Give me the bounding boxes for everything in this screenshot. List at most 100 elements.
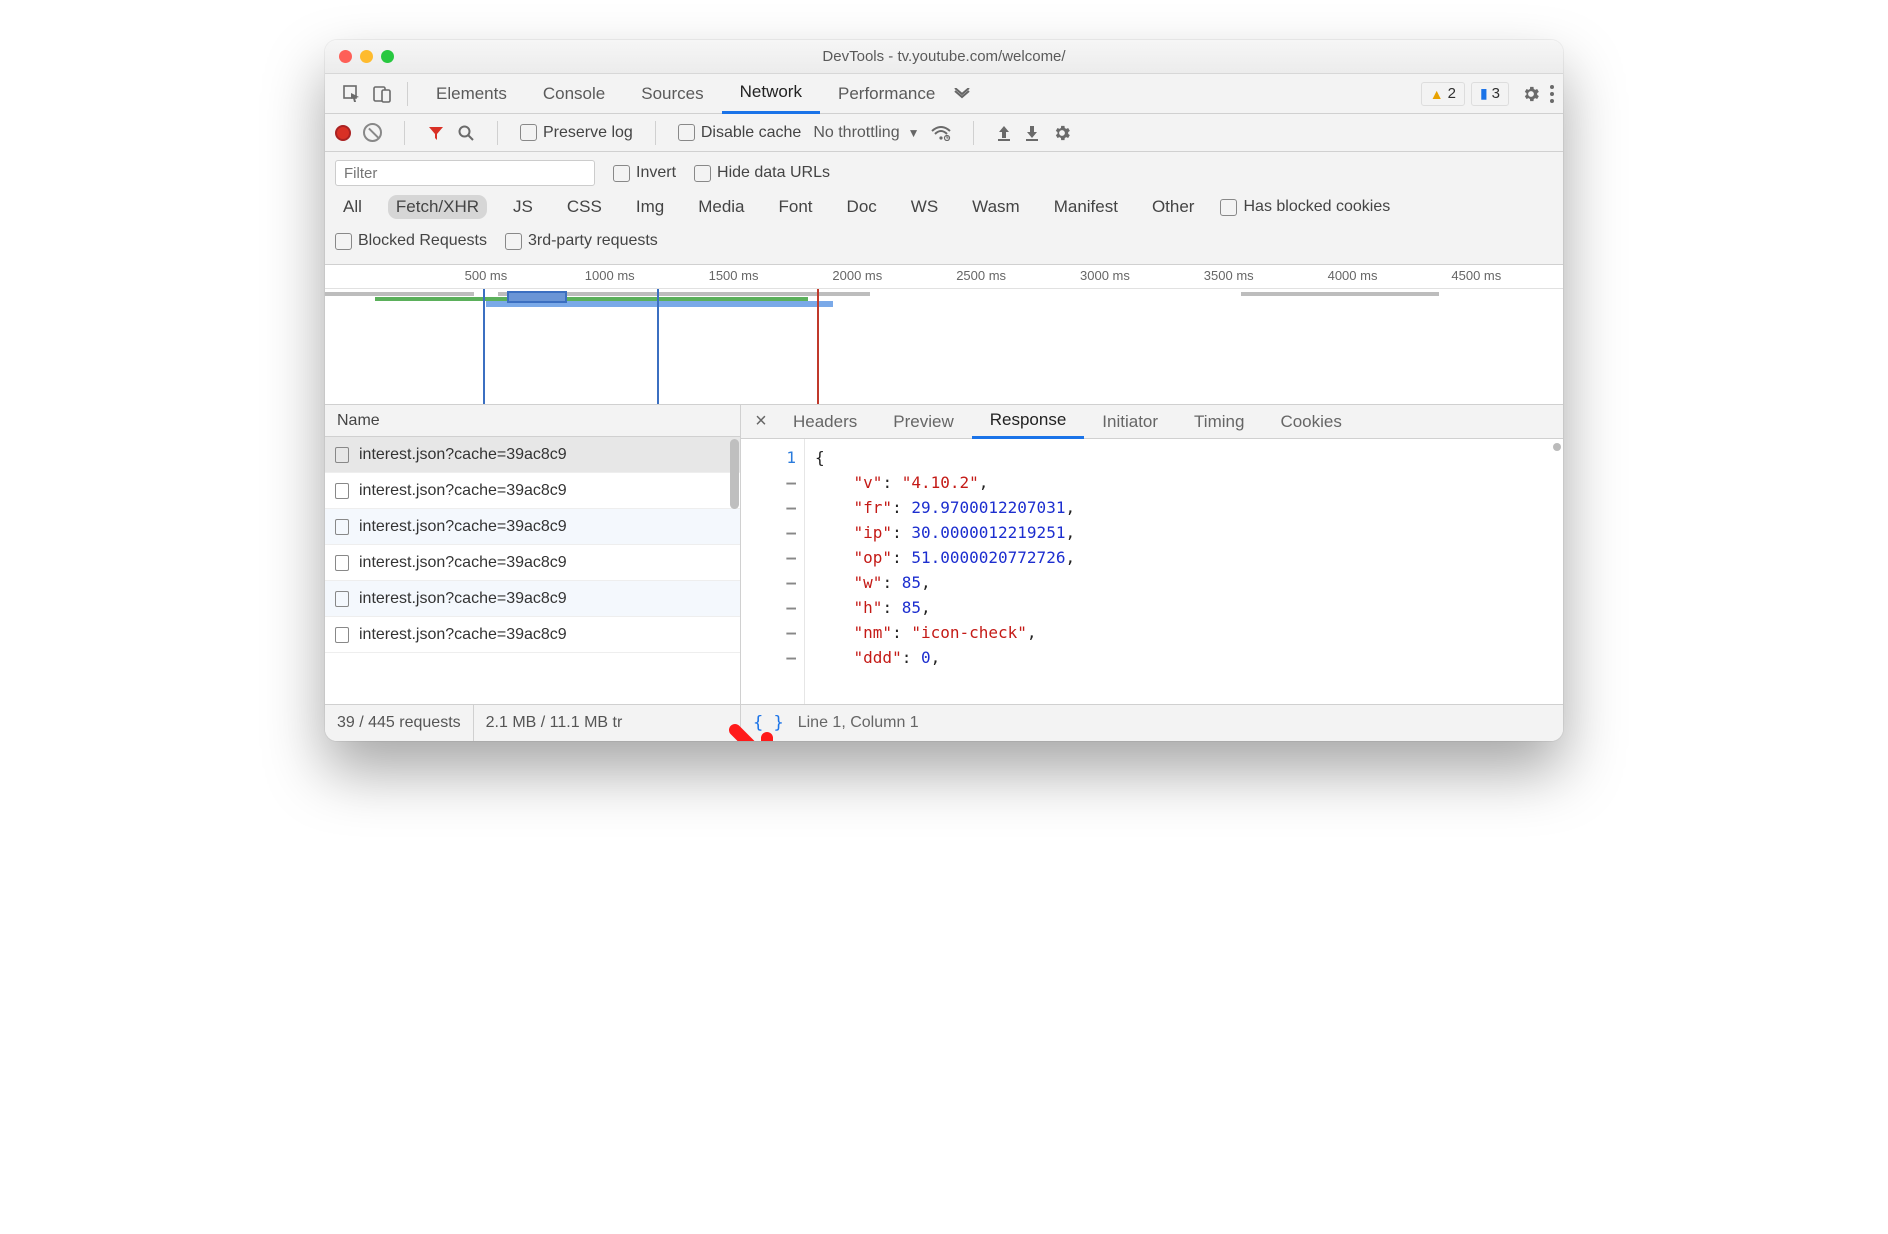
- response-viewer[interactable]: 1–––––––– { "v": "4.10.2", "fr": 29.9700…: [741, 439, 1563, 704]
- ruler-tick: 500 ms: [465, 268, 508, 283]
- code-line[interactable]: "h": 85,: [815, 595, 1563, 620]
- scrollbar[interactable]: [730, 439, 739, 509]
- file-icon: [335, 591, 349, 607]
- close-icon[interactable]: ×: [747, 410, 775, 433]
- request-list-panel: Name interest.json?cache=39ac8c9interest…: [325, 405, 741, 704]
- filter-type-fetch-xhr[interactable]: Fetch/XHR: [388, 195, 487, 219]
- third-party-checkbox[interactable]: 3rd-party requests: [505, 232, 658, 250]
- request-row[interactable]: interest.json?cache=39ac8c9: [325, 509, 740, 545]
- inspect-element-icon[interactable]: [337, 74, 367, 114]
- record-button[interactable]: [335, 125, 351, 141]
- blocked-requests-checkbox[interactable]: Blocked Requests: [335, 232, 487, 250]
- file-icon: [335, 447, 349, 463]
- pretty-print-button[interactable]: { }: [753, 713, 784, 733]
- column-header-name[interactable]: Name: [325, 405, 740, 437]
- code-line[interactable]: "v": "4.10.2",: [815, 470, 1563, 495]
- minimize-window-button[interactable]: [360, 50, 373, 63]
- status-right: { } Line 1, Column 1: [741, 705, 1563, 741]
- window-title: DevTools - tv.youtube.com/welcome/: [325, 48, 1563, 65]
- detail-tab-preview[interactable]: Preview: [875, 405, 971, 439]
- throttling-select[interactable]: No throttling ▼: [813, 124, 919, 142]
- status-bar: 39 / 445 requests 2.1 MB / 11.1 MB tr { …: [325, 705, 1563, 741]
- issues-badge[interactable]: ▮ 3: [1471, 82, 1509, 106]
- request-name: interest.json?cache=39ac8c9: [359, 626, 567, 644]
- invert-checkbox[interactable]: Invert: [613, 164, 676, 182]
- warnings-badge[interactable]: ▲ 2: [1421, 82, 1465, 106]
- overview-selection[interactable]: [507, 291, 567, 303]
- detail-tab-initiator[interactable]: Initiator: [1084, 405, 1176, 439]
- filter-type-media[interactable]: Media: [690, 195, 752, 219]
- filter-type-wasm[interactable]: Wasm: [964, 195, 1028, 219]
- upload-har-icon[interactable]: [996, 124, 1012, 142]
- more-tabs-icon[interactable]: [953, 88, 987, 100]
- code-line[interactable]: "op": 51.0000020772726,: [815, 545, 1563, 570]
- detail-tab-response[interactable]: Response: [972, 405, 1085, 439]
- clear-button[interactable]: [363, 123, 382, 142]
- ruler-tick: 3000 ms: [1080, 268, 1130, 283]
- zoom-window-button[interactable]: [381, 50, 394, 63]
- ruler-tick: 3500 ms: [1204, 268, 1254, 283]
- device-toolbar-icon[interactable]: [367, 74, 397, 114]
- file-icon: [335, 483, 349, 499]
- separator: [973, 121, 974, 145]
- tab-performance[interactable]: Performance: [820, 74, 953, 114]
- filter-type-doc[interactable]: Doc: [839, 195, 885, 219]
- code-line[interactable]: {: [815, 445, 1563, 470]
- tab-elements[interactable]: Elements: [418, 74, 525, 114]
- filter-input[interactable]: [335, 160, 595, 186]
- filter-type-css[interactable]: CSS: [559, 195, 610, 219]
- source-code[interactable]: { "v": "4.10.2", "fr": 29.9700012207031,…: [805, 439, 1563, 704]
- close-window-button[interactable]: [339, 50, 352, 63]
- scrollbar[interactable]: [1553, 443, 1561, 451]
- filter-type-manifest[interactable]: Manifest: [1046, 195, 1126, 219]
- filter-type-js[interactable]: JS: [505, 195, 541, 219]
- code-line[interactable]: "w": 85,: [815, 570, 1563, 595]
- request-row[interactable]: interest.json?cache=39ac8c9: [325, 437, 740, 473]
- download-har-icon[interactable]: [1024, 124, 1040, 142]
- ruler-tick: 4000 ms: [1328, 268, 1378, 283]
- ruler-tick: 1500 ms: [709, 268, 759, 283]
- preserve-log-checkbox[interactable]: Preserve log: [520, 124, 633, 142]
- code-line[interactable]: "nm": "icon-check",: [815, 620, 1563, 645]
- more-menu-icon[interactable]: [1549, 74, 1555, 114]
- request-row[interactable]: interest.json?cache=39ac8c9: [325, 617, 740, 653]
- network-settings-icon[interactable]: [1052, 123, 1553, 143]
- requests-count: 39 / 445 requests: [325, 705, 474, 741]
- detail-tab-cookies[interactable]: Cookies: [1262, 405, 1359, 439]
- search-icon[interactable]: [457, 124, 475, 142]
- network-conditions-icon[interactable]: [931, 125, 951, 141]
- request-list[interactable]: interest.json?cache=39ac8c9interest.json…: [325, 437, 740, 704]
- request-name: interest.json?cache=39ac8c9: [359, 446, 567, 464]
- tab-console[interactable]: Console: [525, 74, 623, 114]
- request-row[interactable]: interest.json?cache=39ac8c9: [325, 473, 740, 509]
- detail-tab-headers[interactable]: Headers: [775, 405, 875, 439]
- filter-type-other[interactable]: Other: [1144, 195, 1203, 219]
- file-icon: [335, 627, 349, 643]
- request-row[interactable]: interest.json?cache=39ac8c9: [325, 581, 740, 617]
- settings-icon[interactable]: [1521, 74, 1541, 114]
- code-line[interactable]: "ip": 30.0000012219251,: [815, 520, 1563, 545]
- gutter-line: 1: [741, 445, 796, 470]
- filter-type-ws[interactable]: WS: [903, 195, 946, 219]
- filter-type-img[interactable]: Img: [628, 195, 672, 219]
- load-line: [657, 289, 659, 404]
- hide-data-urls-checkbox[interactable]: Hide data URLs: [694, 164, 830, 182]
- filter-type-font[interactable]: Font: [771, 195, 821, 219]
- detail-tab-timing[interactable]: Timing: [1176, 405, 1262, 439]
- has-blocked-cookies-checkbox[interactable]: Has blocked cookies: [1220, 198, 1390, 216]
- tab-network[interactable]: Network: [722, 74, 820, 114]
- waterfall-overview[interactable]: 500 ms1000 ms1500 ms2000 ms2500 ms3000 m…: [325, 265, 1563, 405]
- disable-cache-checkbox[interactable]: Disable cache: [678, 124, 802, 142]
- filter-type-all[interactable]: All: [335, 195, 370, 219]
- filter-toggle-icon[interactable]: [427, 124, 445, 142]
- request-row[interactable]: interest.json?cache=39ac8c9: [325, 545, 740, 581]
- separator: [655, 121, 656, 145]
- chevron-down-icon: ▼: [908, 126, 920, 140]
- devtools-window: DevTools - tv.youtube.com/welcome/ Eleme…: [325, 40, 1563, 741]
- gutter-line: –: [741, 645, 796, 670]
- tab-sources[interactable]: Sources: [623, 74, 721, 114]
- gutter-line: –: [741, 620, 796, 645]
- code-line[interactable]: "ddd": 0,: [815, 645, 1563, 670]
- ruler-tick: 2000 ms: [832, 268, 882, 283]
- code-line[interactable]: "fr": 29.9700012207031,: [815, 495, 1563, 520]
